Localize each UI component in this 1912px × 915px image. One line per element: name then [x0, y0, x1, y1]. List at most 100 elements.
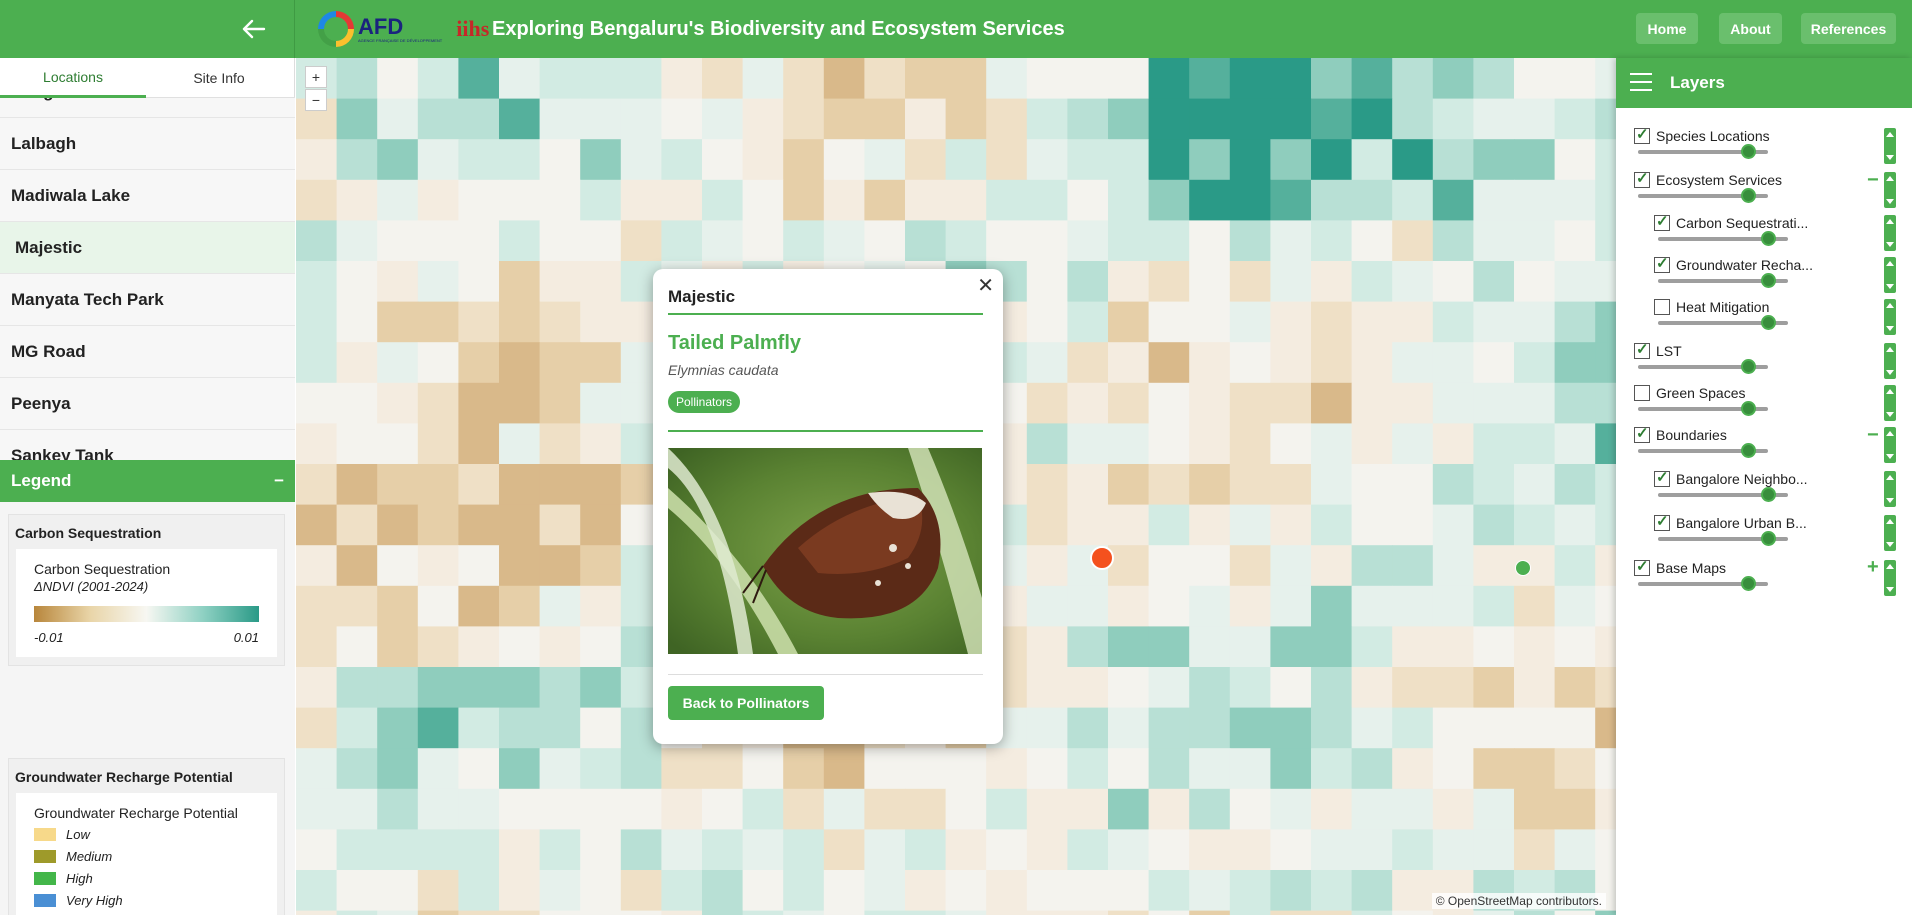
- raster-cell: [1108, 261, 1150, 303]
- opacity-slider[interactable]: [1658, 315, 1788, 330]
- opacity-slider[interactable]: [1658, 531, 1788, 546]
- slider-knob[interactable]: [1740, 144, 1756, 159]
- raster-cell: [823, 748, 865, 790]
- raster-cell: [539, 301, 581, 343]
- layer-checkbox[interactable]: [1634, 557, 1650, 576]
- slider-knob[interactable]: [1760, 273, 1776, 288]
- raster-cell: [417, 98, 459, 140]
- layer-checkbox[interactable]: [1634, 169, 1650, 188]
- opacity-slider[interactable]: [1638, 359, 1768, 374]
- legend-collapse-button[interactable]: −: [274, 471, 284, 491]
- reorder-control[interactable]: [1884, 343, 1896, 379]
- raster-cell: [1514, 667, 1556, 709]
- opacity-slider[interactable]: [1658, 231, 1788, 246]
- species-scientific-name: Elymnias caudata: [668, 362, 779, 378]
- layer-checkbox[interactable]: [1654, 212, 1670, 231]
- about-button[interactable]: About: [1719, 13, 1782, 44]
- opacity-slider[interactable]: [1658, 487, 1788, 502]
- partner-logos: AFD AGENCE FRANÇAISE DE DÉVELOPPEMENT ii…: [318, 8, 489, 50]
- slider-knob[interactable]: [1760, 531, 1776, 546]
- raster-cell: [1595, 829, 1616, 871]
- raster-cell: [1311, 667, 1353, 709]
- references-button[interactable]: References: [1801, 13, 1896, 44]
- layer-checkbox[interactable]: [1634, 125, 1650, 144]
- species-marker[interactable]: [1515, 560, 1531, 576]
- location-item-peenya[interactable]: Peenya: [0, 378, 295, 430]
- reorder-control[interactable]: [1884, 128, 1896, 164]
- opacity-slider[interactable]: [1638, 576, 1768, 591]
- raster-cell: [539, 220, 581, 262]
- raster-cell: [1148, 626, 1190, 668]
- raster-cell: [1270, 667, 1312, 709]
- raster-cell: [1026, 504, 1068, 546]
- slider-knob[interactable]: [1740, 359, 1756, 374]
- opacity-slider[interactable]: [1638, 401, 1768, 416]
- slider-knob[interactable]: [1740, 443, 1756, 458]
- osm-link[interactable]: OpenStreetMap: [1448, 894, 1533, 908]
- tab-site-info[interactable]: Site Info: [146, 58, 292, 98]
- reorder-control[interactable]: [1884, 172, 1896, 208]
- raster-cell: [1229, 139, 1271, 181]
- zoom-in-button[interactable]: +: [305, 66, 327, 88]
- location-item-mg-road[interactable]: MG Road: [0, 326, 295, 378]
- layers-header: Layers: [1616, 58, 1912, 108]
- layer-checkbox[interactable]: [1634, 340, 1650, 359]
- home-button[interactable]: Home: [1636, 13, 1698, 44]
- opacity-slider[interactable]: [1658, 273, 1788, 288]
- expand-group-button[interactable]: +: [1867, 557, 1879, 577]
- opacity-slider[interactable]: [1638, 144, 1768, 159]
- location-item-rengeri-lake[interactable]: Rengeri Lake: [0, 98, 295, 118]
- raster-cell: [1351, 139, 1393, 181]
- slider-knob[interactable]: [1760, 231, 1776, 246]
- reorder-control[interactable]: [1884, 215, 1896, 251]
- layer-checkbox[interactable]: [1654, 512, 1670, 531]
- raster-cell: [1311, 464, 1353, 506]
- close-icon[interactable]: ✕: [977, 273, 994, 298]
- slider-knob[interactable]: [1740, 188, 1756, 203]
- layer-checkbox[interactable]: [1654, 299, 1670, 315]
- slider-knob[interactable]: [1760, 487, 1776, 502]
- reorder-control[interactable]: [1884, 427, 1896, 463]
- reorder-control[interactable]: [1884, 515, 1896, 551]
- location-item-lalbagh[interactable]: Lalbagh: [0, 118, 295, 170]
- locations-list[interactable]: Rengeri Lake Lalbagh Madiwala Lake Majes…: [0, 98, 295, 460]
- legend-body[interactable]: Carbon Sequestration Carbon Sequestratio…: [0, 502, 295, 915]
- layer-carbon-sequestration: Carbon Sequestrati...: [1654, 212, 1904, 257]
- reorder-control[interactable]: [1884, 299, 1896, 335]
- layer-checkbox[interactable]: [1654, 468, 1670, 487]
- opacity-slider[interactable]: [1638, 188, 1768, 203]
- location-item-sankey-tank[interactable]: Sankey Tank: [0, 430, 295, 460]
- slider-knob[interactable]: [1760, 315, 1776, 330]
- location-item-madiwala-lake[interactable]: Madiwala Lake: [0, 170, 295, 222]
- slider-knob[interactable]: [1740, 576, 1756, 591]
- reorder-control[interactable]: [1884, 560, 1896, 596]
- layer-checkbox[interactable]: [1634, 424, 1650, 443]
- groundwater-legend-name: Groundwater Recharge Potential: [34, 805, 238, 821]
- opacity-slider[interactable]: [1638, 443, 1768, 458]
- layer-checkbox[interactable]: [1654, 254, 1670, 273]
- raster-cell: [1351, 342, 1393, 384]
- tab-locations[interactable]: Locations: [0, 58, 146, 98]
- slider-knob[interactable]: [1740, 401, 1756, 416]
- raster-cell: [417, 423, 459, 465]
- arrow-left-icon[interactable]: [240, 16, 268, 42]
- reorder-control[interactable]: [1884, 257, 1896, 293]
- raster-cell: [1270, 707, 1312, 749]
- location-item-majestic[interactable]: Majestic: [0, 222, 295, 274]
- back-to-category-button[interactable]: Back to Pollinators: [668, 686, 824, 720]
- location-item-manyata-tech-park[interactable]: Manyata Tech Park: [0, 274, 295, 326]
- menu-icon[interactable]: [1630, 73, 1652, 91]
- legend-header[interactable]: Legend −: [0, 460, 295, 502]
- species-marker-active[interactable]: [1090, 546, 1114, 570]
- raster-cell: [377, 667, 419, 709]
- raster-cell: [1026, 910, 1068, 915]
- raster-cell: [742, 829, 784, 871]
- collapse-group-button[interactable]: −: [1867, 425, 1879, 445]
- reorder-control[interactable]: [1884, 385, 1896, 421]
- reorder-control[interactable]: [1884, 471, 1896, 507]
- layer-checkbox[interactable]: [1634, 385, 1650, 401]
- raster-cell: [336, 423, 378, 465]
- collapse-group-button[interactable]: −: [1867, 170, 1879, 190]
- raster-cell: [1189, 870, 1231, 912]
- zoom-out-button[interactable]: −: [305, 89, 327, 111]
